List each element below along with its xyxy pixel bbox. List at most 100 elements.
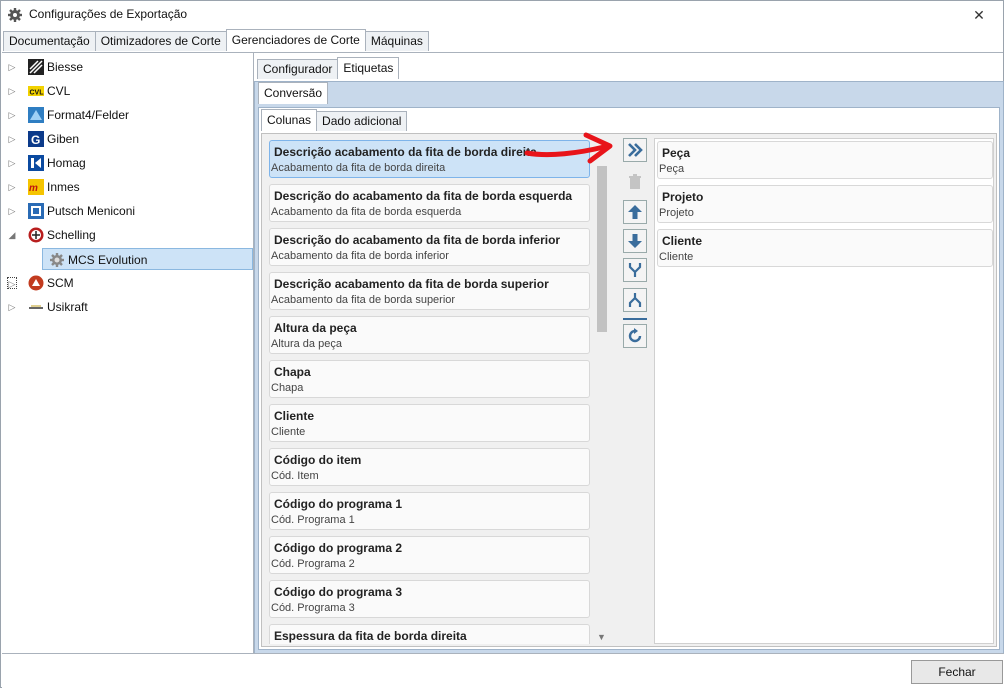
tree-item-homag[interactable]: ▷ Homag: [2, 152, 254, 174]
arrow-down-icon: [628, 234, 642, 248]
expand-arrow-icon[interactable]: ▷: [7, 181, 17, 193]
tree-item-inmes[interactable]: ▷ m Inmes: [2, 176, 254, 198]
svg-text:m: m: [29, 183, 38, 194]
list-item[interactable]: Projeto Projeto: [657, 185, 993, 223]
column-subtitle: Acabamento da fita de borda superior: [271, 294, 456, 306]
expand-arrow-icon[interactable]: ▷: [7, 205, 17, 217]
column-title: Chapa: [274, 365, 311, 379]
tree-item-label: Giben: [47, 132, 80, 146]
close-window-button[interactable]: ✕: [957, 1, 1001, 29]
column-title: Cliente: [274, 409, 315, 423]
tab-configurador[interactable]: Configurador: [257, 59, 339, 79]
merge-icon: [628, 263, 642, 277]
column-subtitle: Acabamento da fita de borda inferior: [271, 250, 449, 262]
column-title: Descrição acabamento da fita de borda su…: [274, 277, 549, 291]
list-item[interactable]: Peça Peça: [657, 141, 993, 179]
list-item[interactable]: Descrição acabamento da fita de borda su…: [269, 272, 590, 310]
expand-arrow-icon[interactable]: ▷: [7, 301, 17, 313]
column-title: Código do item: [274, 453, 362, 467]
svg-text:CVL: CVL: [30, 90, 45, 97]
double-chevron-right-icon: [628, 143, 643, 157]
tree-item-schelling[interactable]: ◢ Schelling: [2, 224, 254, 246]
tree-item-giben[interactable]: ▷ G Giben: [2, 128, 254, 150]
labels-panel: Conversão Colunas Dado adicional Descriç…: [254, 81, 1004, 654]
trash-icon: [629, 174, 641, 189]
selected-columns-list[interactable]: Peça Peça Projeto Projeto Cliente Client…: [654, 138, 994, 644]
tree-item-label: MCS Evolution: [68, 253, 148, 267]
column-title: Código do programa 1: [274, 497, 403, 511]
tree-item-putsch-meniconi[interactable]: ▷ Putsch Meniconi: [2, 200, 254, 222]
cut-manager-tree: ▷ Biesse ▷ CVL CVL ▷ Format4/Felder ▷ G …: [2, 52, 254, 653]
expand-arrow-icon[interactable]: ▷: [7, 61, 17, 73]
tree-item-label: Putsch Meniconi: [47, 204, 136, 218]
expand-arrow-icon[interactable]: ▷: [7, 133, 17, 145]
tab-dado-adicional[interactable]: Dado adicional: [316, 111, 408, 131]
gear-icon: [50, 253, 64, 267]
conversion-tab-strip: Conversão: [258, 82, 329, 104]
usikraft-logo-icon: [29, 305, 43, 309]
tree-item-biesse[interactable]: ▷ Biesse: [2, 56, 254, 78]
collapse-arrow-icon[interactable]: ◢: [7, 229, 17, 241]
annotation-arrow-icon: [524, 132, 613, 164]
column-title: Altura da peça: [274, 321, 357, 335]
column-subtitle: Altura da peça: [271, 338, 342, 350]
move-down-button[interactable]: [623, 229, 647, 253]
column-title: Cliente: [662, 234, 703, 248]
top-tab-strip: Documentação Otimizadores de Corte Geren…: [3, 29, 429, 51]
column-title: Descrição do acabamento da fita de borda…: [274, 233, 561, 247]
split-icon: [628, 293, 642, 307]
add-column-button[interactable]: [623, 138, 647, 162]
list-item[interactable]: Altura da peça Altura da peça: [269, 316, 590, 354]
tab-otimizadores-de-corte[interactable]: Otimizadores de Corte: [94, 31, 227, 51]
list-item[interactable]: Código do programa 1 Cód. Programa 1: [269, 492, 590, 530]
list-item[interactable]: Cliente Cliente: [269, 404, 590, 442]
expand-arrow-icon[interactable]: ▷: [7, 277, 17, 289]
title-bar: Configurações de Exportação ✕: [1, 1, 1003, 29]
tree-item-format4-felder[interactable]: ▷ Format4/Felder: [2, 104, 254, 126]
remove-column-button[interactable]: [623, 170, 647, 194]
list-item[interactable]: Descrição do acabamento da fita de borda…: [269, 228, 590, 266]
available-columns-list[interactable]: Descrição acabamento da fita de borda di…: [267, 138, 616, 644]
available-columns-scrollbar[interactable]: ▼: [594, 138, 610, 644]
list-item[interactable]: Chapa Chapa: [269, 360, 590, 398]
scrollbar-thumb[interactable]: [597, 166, 607, 332]
column-subtitle: Cliente: [659, 251, 694, 263]
tab-maquinas[interactable]: Máquinas: [364, 31, 429, 51]
list-item[interactable]: Espessura da fita de borda direita: [269, 624, 590, 644]
sub-tab-strip: Configurador Etiquetas: [254, 57, 400, 81]
conversion-panel: Colunas Dado adicional Descrição acabame…: [258, 107, 1000, 650]
tab-gerenciadores-de-corte[interactable]: Gerenciadores de Corte: [225, 29, 366, 51]
tree-item-usikraft[interactable]: ▷ Usikraft: [2, 296, 254, 318]
list-item[interactable]: Código do programa 2 Cód. Programa 2: [269, 536, 590, 574]
tree-item-cvl[interactable]: ▷ CVL CVL: [2, 80, 254, 102]
export-settings-window: Configurações de Exportação ✕ Documentaç…: [0, 0, 1004, 688]
close-button[interactable]: Fechar: [911, 660, 1003, 684]
merge-columns-button[interactable]: [623, 258, 647, 282]
expand-arrow-icon[interactable]: ▷: [7, 85, 17, 97]
expand-arrow-icon[interactable]: ▷: [7, 157, 17, 169]
column-subtitle: Peça: [659, 163, 685, 175]
gear-icon: [8, 8, 22, 22]
reset-columns-button[interactable]: [623, 324, 647, 348]
expand-arrow-icon[interactable]: ▷: [7, 109, 17, 121]
list-item[interactable]: Cliente Cliente: [657, 229, 993, 267]
tab-colunas[interactable]: Colunas: [261, 109, 318, 131]
scm-logo-icon: [28, 275, 44, 291]
list-item[interactable]: Descrição do acabamento da fita de borda…: [269, 184, 590, 222]
list-item[interactable]: Código do item Cód. Item: [269, 448, 590, 486]
tab-documentacao[interactable]: Documentação: [3, 31, 96, 51]
window-title: Configurações de Exportação: [29, 7, 188, 21]
cvl-logo-icon: CVL: [28, 86, 45, 97]
settings-panel: Configurador Etiquetas Conversão Colunas…: [253, 52, 1004, 654]
move-up-button[interactable]: [623, 200, 647, 224]
tab-etiquetas[interactable]: Etiquetas: [337, 57, 400, 79]
tree-item-label: SCM: [47, 276, 74, 290]
refresh-icon: [628, 328, 642, 343]
scroll-down-arrow-icon[interactable]: ▼: [597, 632, 606, 642]
tree-item-mcs-evolution[interactable]: MCS Evolution: [42, 248, 253, 270]
tab-conversao[interactable]: Conversão: [258, 82, 329, 104]
list-item[interactable]: Código do programa 3 Cód. Programa 3: [269, 580, 590, 618]
tree-item-scm[interactable]: ▷ SCM: [2, 272, 254, 294]
column-subtitle: Cód. Programa 3: [271, 602, 355, 614]
split-column-button[interactable]: [623, 288, 647, 312]
